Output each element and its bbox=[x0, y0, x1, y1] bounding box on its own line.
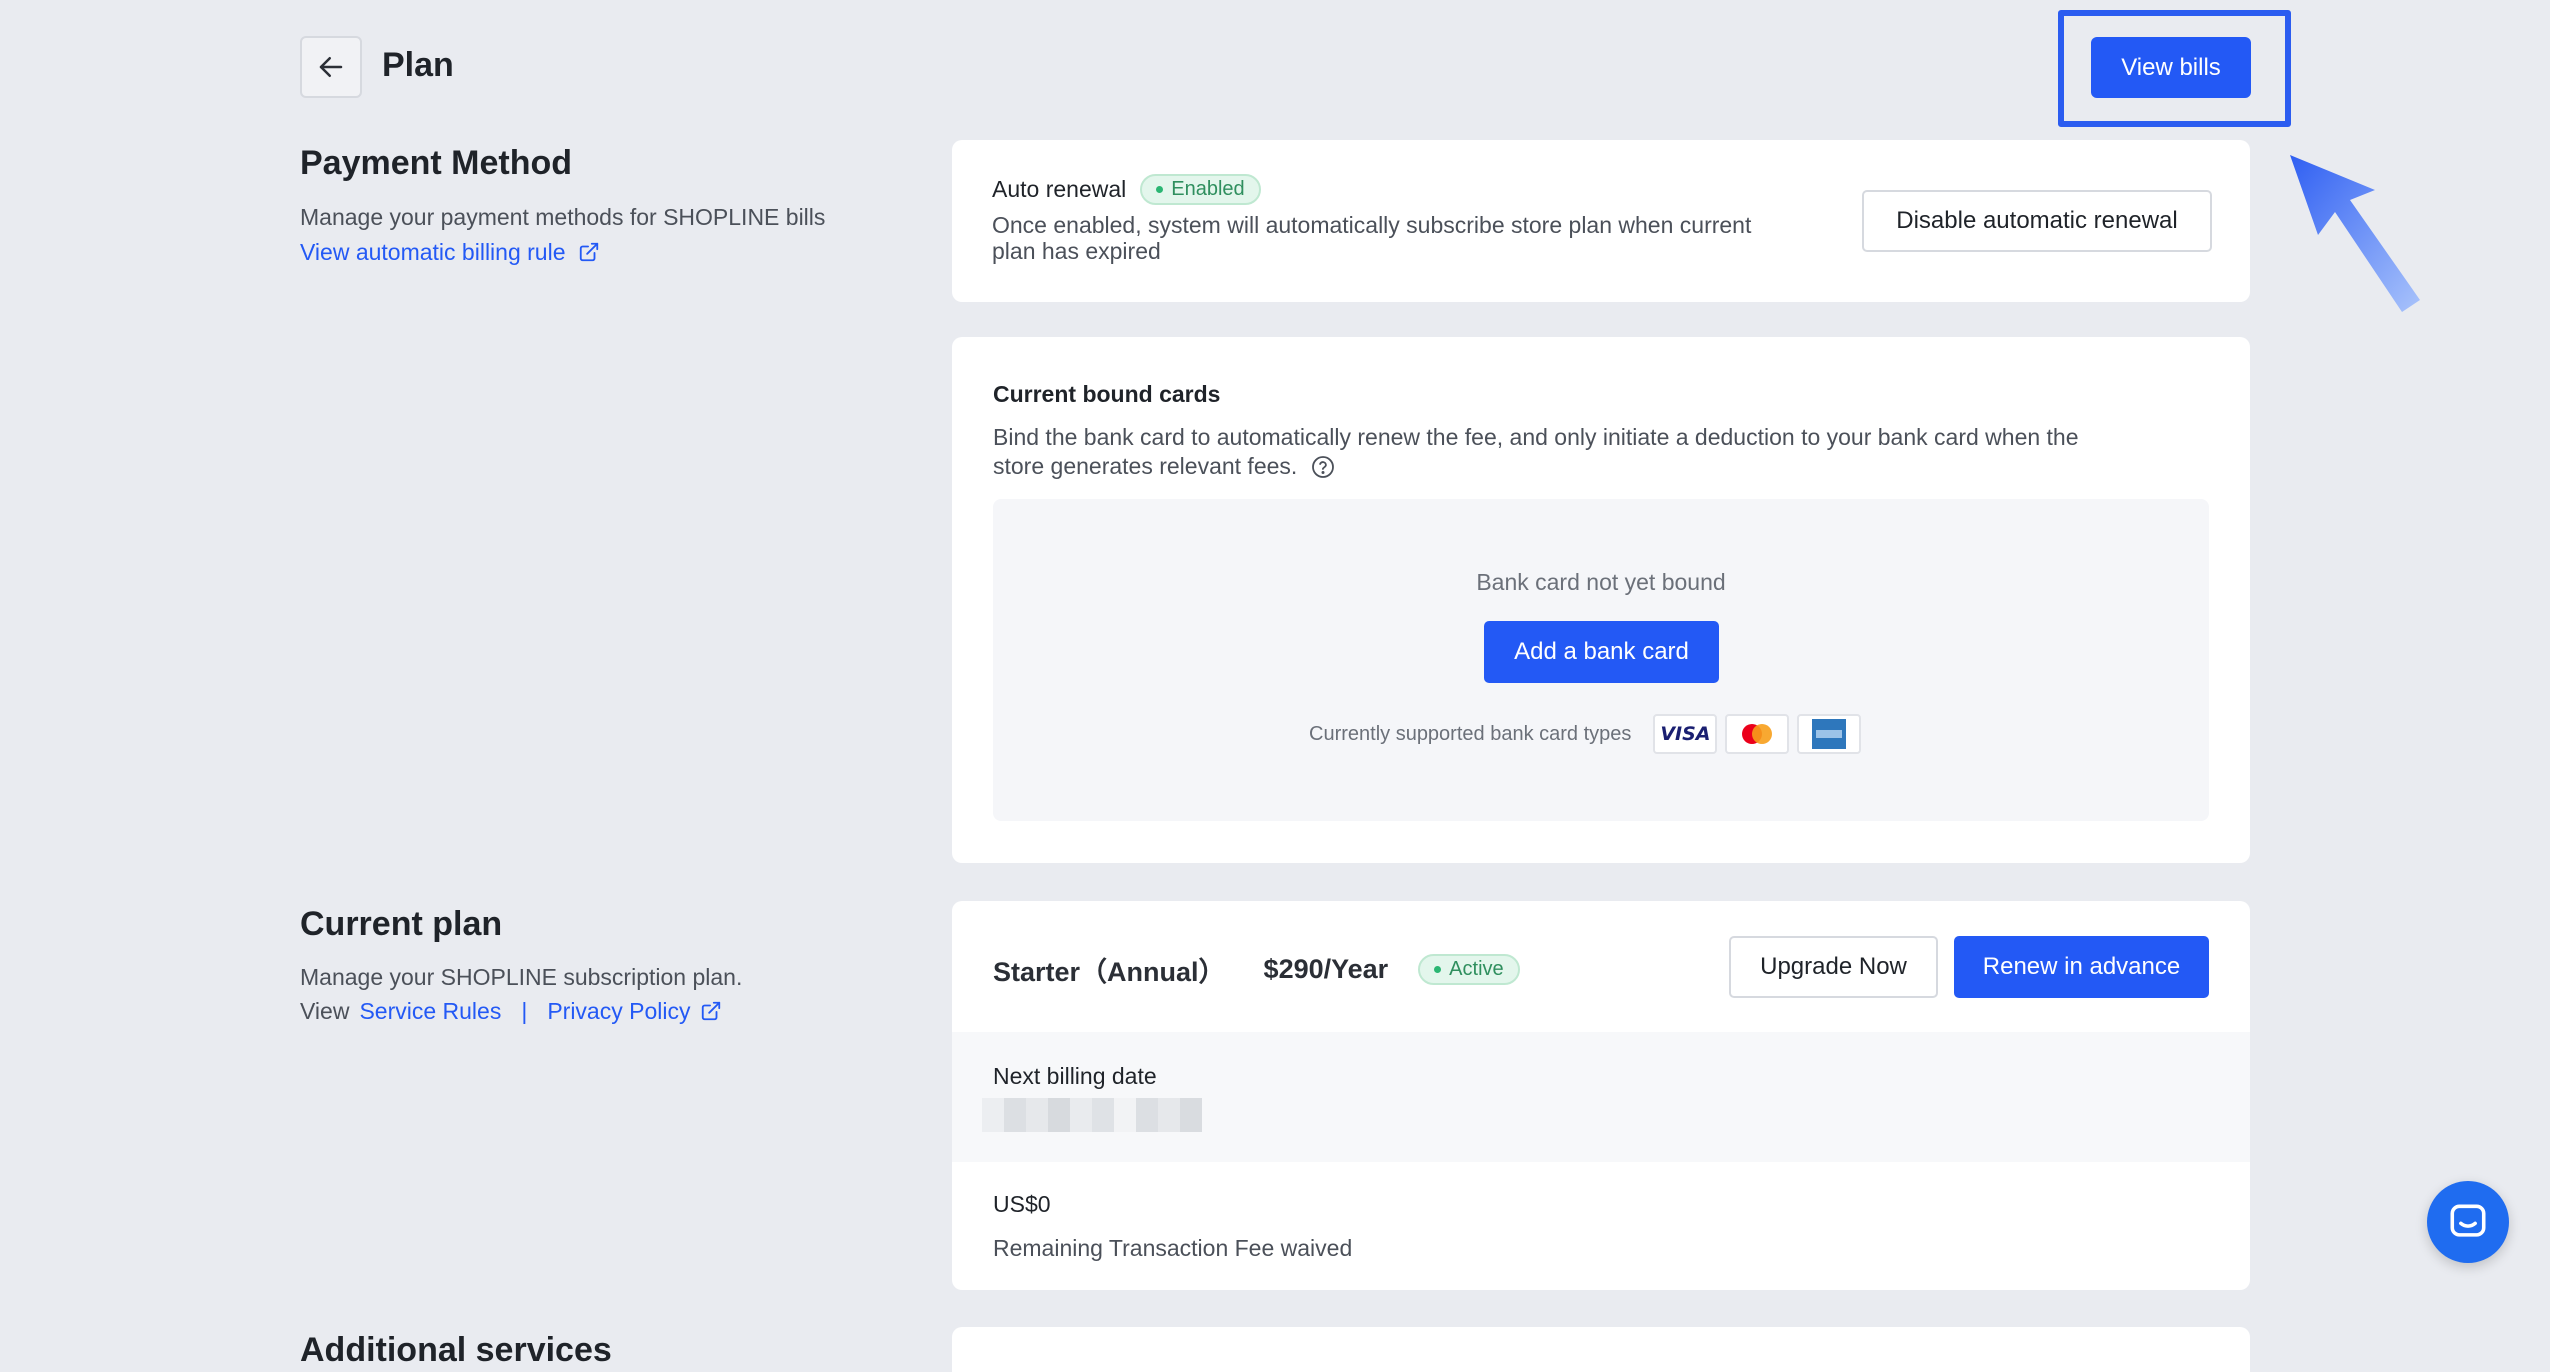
next-billing-section: Next billing date bbox=[952, 1032, 2250, 1162]
next-billing-label: Next billing date bbox=[993, 1063, 1157, 1089]
external-link-icon[interactable] bbox=[578, 241, 600, 263]
current-plan-card: Starter（Annual） $290/Year Active Upgrade… bbox=[952, 901, 2250, 1290]
bound-cards-card: Current bound cards Bind the bank card t… bbox=[952, 337, 2250, 863]
view-bills-button[interactable]: View bills bbox=[2091, 37, 2251, 98]
help-icon[interactable] bbox=[1311, 455, 1335, 479]
auto-renewal-description-line2: plan has expired bbox=[992, 238, 1161, 264]
mastercard-icon bbox=[1725, 714, 1790, 754]
renew-in-advance-button[interactable]: Renew in advance bbox=[1954, 936, 2209, 998]
status-badge: Enabled bbox=[1140, 174, 1261, 205]
chat-icon bbox=[2450, 1204, 2486, 1237]
page-title: Plan bbox=[382, 46, 454, 84]
chat-button[interactable] bbox=[2427, 1181, 2509, 1263]
status-badge-text: Enabled bbox=[1171, 178, 1245, 200]
billing-rule-link[interactable]: View automatic billing rule bbox=[300, 239, 566, 265]
supported-cards-row: Currently supported bank card types VISA bbox=[1309, 714, 1862, 754]
bound-cards-description-line1: Bind the bank card to automatically rene… bbox=[993, 424, 2079, 450]
pointer-arrow-icon bbox=[2290, 155, 2420, 312]
arrow-left-icon bbox=[319, 57, 343, 77]
upgrade-now-button[interactable]: Upgrade Now bbox=[1729, 936, 1938, 998]
bound-cards-title: Current bound cards bbox=[993, 381, 1221, 407]
current-plan-title: Current plan bbox=[300, 905, 503, 943]
amex-icon bbox=[1797, 714, 1862, 754]
current-plan-description: Manage your SHOPLINE subscription plan. bbox=[300, 964, 743, 990]
plan-price: $290/Year bbox=[1263, 954, 1389, 984]
external-link-icon[interactable] bbox=[700, 1000, 722, 1022]
service-rules-link[interactable]: Service Rules bbox=[359, 994, 501, 1028]
bound-cards-description-line2: store generates relevant fees. bbox=[993, 453, 1298, 479]
view-prefix: View bbox=[300, 998, 350, 1024]
payment-method-title: Payment Method bbox=[300, 144, 573, 182]
payment-method-description: Manage your payment methods for SHOPLINE… bbox=[300, 204, 826, 230]
auto-renewal-description-line1: Once enabled, system will automatically … bbox=[992, 212, 1752, 238]
auto-renewal-card: Auto renewal Enabled Once enabled, syste… bbox=[952, 140, 2250, 302]
plan-status-text: Active bbox=[1449, 958, 1504, 980]
bound-cards-description: Bind the bank card to automatically rene… bbox=[993, 423, 2079, 481]
disable-auto-renewal-button[interactable]: Disable automatic renewal bbox=[1862, 190, 2212, 252]
privacy-policy-link[interactable]: Privacy Policy bbox=[547, 994, 690, 1028]
fee-description: Remaining Transaction Fee waived bbox=[993, 1235, 1353, 1261]
plan-name: Starter（Annual） bbox=[993, 957, 1226, 987]
add-bank-card-button[interactable]: Add a bank card bbox=[1484, 621, 1719, 683]
status-dot-icon bbox=[1434, 966, 1442, 973]
empty-card-area: Bank card not yet bound Add a bank card … bbox=[993, 499, 2209, 821]
plan-status-badge: Active bbox=[1418, 954, 1520, 985]
auto-renewal-description: Once enabled, system will automatically … bbox=[992, 212, 1751, 264]
additional-services-title: Additional services bbox=[300, 1331, 612, 1369]
plan-links: View Service Rules | Privacy Policy bbox=[300, 994, 722, 1028]
billing-rule-link-wrap: View automatic billing rule bbox=[300, 235, 600, 269]
supported-cards-text: Currently supported bank card types bbox=[1309, 722, 1632, 745]
empty-card-text: Bank card not yet bound bbox=[1476, 569, 1726, 595]
visa-icon: VISA bbox=[1653, 714, 1718, 754]
next-billing-date-redacted bbox=[982, 1098, 1202, 1132]
fee-amount: US$0 bbox=[993, 1191, 1051, 1217]
back-button[interactable] bbox=[300, 36, 362, 98]
auto-renewal-label: Auto renewal bbox=[992, 176, 1127, 202]
additional-services-card bbox=[952, 1327, 2250, 1372]
link-separator: | bbox=[521, 998, 528, 1024]
status-dot-icon bbox=[1156, 186, 1164, 193]
